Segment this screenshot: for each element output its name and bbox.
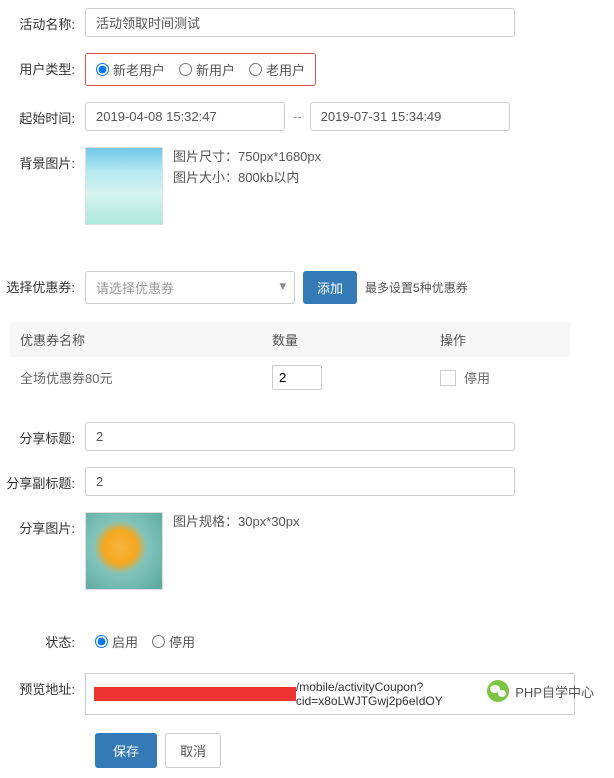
status-group: 启用 停用 xyxy=(85,626,205,657)
cancel-button[interactable]: 取消 xyxy=(165,733,221,768)
label-select-coupon: 选择优惠券: xyxy=(0,271,85,296)
share-subtitle-input[interactable] xyxy=(85,467,515,496)
share-title-input[interactable] xyxy=(85,422,515,451)
coupon-select[interactable]: 请选择优惠券 xyxy=(85,271,295,304)
disable-label: 停用 xyxy=(464,368,490,387)
coupon-hint: 最多设置5种优惠券 xyxy=(365,279,468,296)
label-start-time: 起始时间: xyxy=(0,102,85,127)
user-type-group: 新老用户 新用户 老用户 xyxy=(85,53,316,86)
activity-name-input[interactable] xyxy=(85,8,515,37)
th-qty: 数量 xyxy=(262,322,430,357)
time-separator: -- xyxy=(289,109,306,124)
add-coupon-button[interactable]: 添加 xyxy=(303,271,357,304)
label-share-image: 分享图片: xyxy=(0,512,85,537)
label-user-type: 用户类型: xyxy=(0,53,85,78)
bg-image-preview[interactable] xyxy=(85,147,163,225)
cell-action: 停用 xyxy=(430,357,570,398)
share-image-preview[interactable] xyxy=(85,512,163,590)
qty-input[interactable] xyxy=(272,365,322,390)
coupon-table: 优惠券名称 数量 操作 全场优惠券80元 停用 xyxy=(10,322,570,398)
cell-name: 全场优惠券80元 xyxy=(10,357,262,398)
label-activity-name: 活动名称: xyxy=(0,8,85,33)
redacted-bar xyxy=(94,687,296,701)
start-time-input[interactable] xyxy=(85,102,285,131)
label-bg-image: 背景图片: xyxy=(0,147,85,172)
radio-new-users[interactable]: 新用户 xyxy=(179,60,235,79)
radio-disable[interactable]: 停用 xyxy=(152,632,195,651)
label-share-title: 分享标题: xyxy=(0,422,85,447)
end-time-input[interactable] xyxy=(310,102,510,131)
share-image-spec: 图片规格：30px*30px xyxy=(173,512,299,533)
wechat-icon xyxy=(487,680,509,702)
footer-watermark: PHP自学中心 xyxy=(487,680,594,702)
th-action: 操作 xyxy=(430,322,570,357)
th-name: 优惠券名称 xyxy=(10,322,262,357)
label-status: 状态: xyxy=(0,626,85,651)
save-button[interactable]: 保存 xyxy=(95,733,157,768)
radio-all-users[interactable]: 新老用户 xyxy=(96,60,165,79)
table-row: 全场优惠券80元 停用 xyxy=(10,357,570,398)
disable-checkbox[interactable] xyxy=(440,370,456,386)
radio-old-users[interactable]: 老用户 xyxy=(249,60,305,79)
bg-image-info: 图片尺寸：750px*1680px 图片大小：800kb以内 xyxy=(173,147,321,225)
radio-enable[interactable]: 启用 xyxy=(95,632,138,651)
label-share-subtitle: 分享副标题: xyxy=(0,467,85,492)
label-preview-url: 预览地址: xyxy=(0,673,85,698)
cell-qty xyxy=(262,357,430,398)
